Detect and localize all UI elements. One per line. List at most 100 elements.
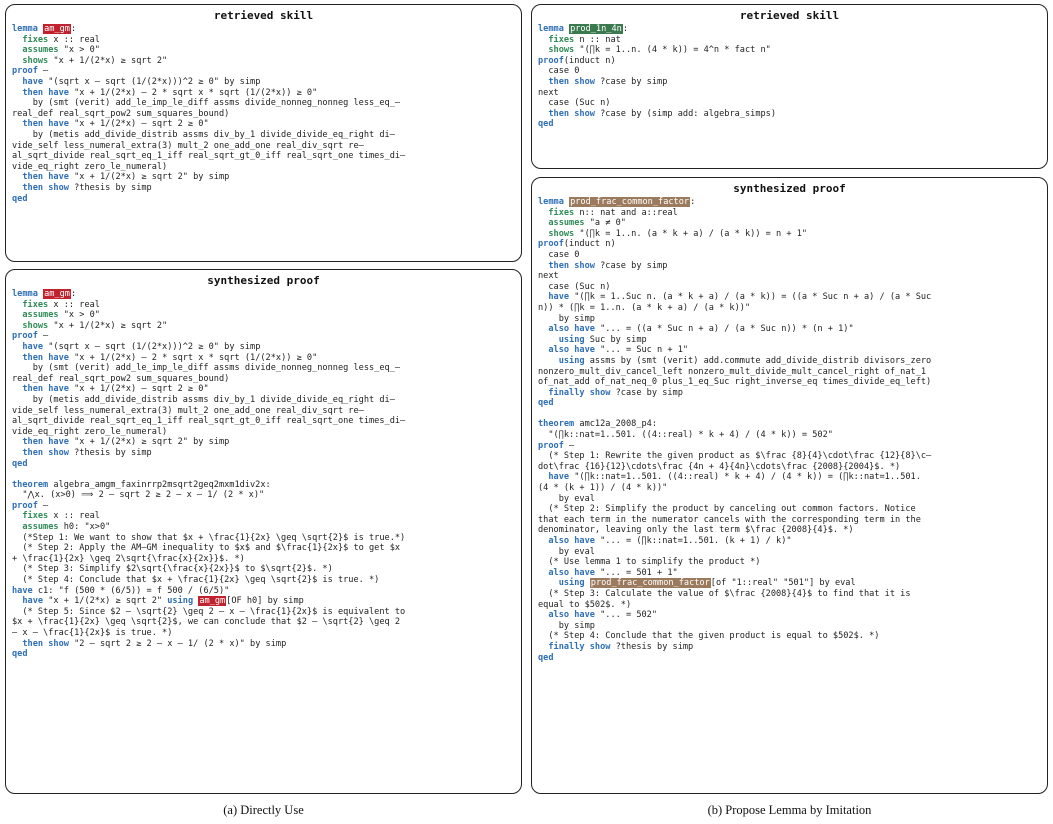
code-line: n)) * (∏k = 1..n. (a * k + a) / (a * k))… [538, 303, 1041, 314]
code-text: : [70, 289, 77, 299]
code-line: also have "... = 502" [538, 610, 1041, 621]
code-text: "x > 0" [58, 310, 100, 321]
keyword: finally show [548, 387, 611, 398]
code-text: (*Step 1: We want to show that $x + \fra… [12, 532, 406, 543]
keyword: then show [548, 76, 595, 87]
code-text: next [538, 87, 559, 98]
code-line: then have "x + 1/(2*x) – 2 * sqrt x * sq… [12, 353, 515, 364]
code-line: shows "(∏k = 1..n. (a * k + a) / (a * k)… [538, 229, 1041, 240]
code-text: "x + 1/(2*x) – 2 * sqrt x * sqrt (1/(2*x… [68, 352, 318, 363]
code-line: finally show ?case by simp [538, 388, 1041, 399]
code-text: "x + 1/(2*x) ≥ sqrt 2" [48, 55, 168, 66]
keyword: have [22, 76, 44, 87]
code-text: "... = 501 + 1" [594, 567, 678, 578]
code-text: x :: real [48, 34, 100, 45]
highlighted-skill-name: am_gm [198, 596, 227, 607]
code-line: (* Step 2: Simplify the product by cance… [538, 504, 1041, 515]
keyword: then show [548, 260, 595, 271]
keyword-attr: shows [22, 320, 49, 331]
keyword: lemma [12, 289, 38, 299]
code-text: "a ≠ 0" [584, 218, 626, 229]
highlighted-skill-name: prod_frac_common_factor [589, 578, 711, 589]
code-text: "x + 1/(2*x) – sqrt 2 ≥ 0" [68, 119, 209, 130]
keyword: qed [538, 398, 554, 409]
code-text: (induct n) [563, 55, 616, 66]
code-line: lemma am_gm: [12, 24, 515, 35]
code-text: n :: nat [574, 34, 621, 45]
highlighted-skill-name: am_gm [43, 24, 71, 34]
code-line: by eval [538, 547, 1041, 558]
code-line: have "(sqrt x – sqrt (1/(2*x)))^2 ≥ 0" b… [12, 342, 515, 353]
code-text: al_sqrt_divide real_sqrt_eq_1_iff real_s… [12, 151, 406, 162]
code-line: qed [538, 653, 1041, 664]
code-line: have "(∏k::nat=1..501. ((4::real) * k + … [538, 472, 1041, 483]
code-line: then have "x + 1/(2*x) – sqrt 2 ≥ 0" [12, 119, 515, 130]
code-line: al_sqrt_divide real_sqrt_eq_1_iff real_s… [12, 416, 515, 427]
code-text: by simp [538, 313, 595, 324]
panel-title: retrieved skill [739, 9, 840, 22]
code-line: by eval [538, 494, 1041, 505]
code-line: fixes x :: real [12, 511, 515, 522]
code-line: (* Step 4: Conclude that $x + \frac{1}{2… [12, 575, 515, 586]
code-line: assumes "a ≠ 0" [538, 218, 1041, 229]
code-line: then show ?case by simp [538, 77, 1041, 88]
code-text: $x + \frac{1}{2x} \geq \sqrt{2}$, we can… [12, 617, 401, 628]
code-line: lemma prod_1n_4n: [538, 24, 1041, 35]
code-line: dot\frac {16}{12}\cdots\frac {4n + 4}{4n… [538, 462, 1041, 473]
keyword-attr: fixes [548, 34, 575, 45]
code-text: (* Step 3: Calculate the value of $\frac… [538, 588, 911, 599]
code-text: "(∏k = 1..n. (a * k + a) / (a * k)) = n … [574, 228, 808, 239]
code-line: proof – [12, 331, 515, 342]
keyword: theorem [538, 419, 575, 430]
keyword: qed [12, 458, 28, 469]
code-text: (* Step 3: Simplify $2\sqrt{\frac{x}{2x}… [12, 564, 333, 575]
keyword: using [558, 334, 585, 345]
code-block: lemma am_gm: fixes x :: real assumes "x … [6, 289, 521, 660]
code-text: (induct n) [563, 239, 616, 250]
code-text: denominator, leaving only the last term … [538, 525, 854, 536]
code-block: lemma prod_frac_common_factor: fixes n::… [532, 197, 1047, 663]
code-text: assms by (smt (verit) add.commute add_di… [584, 355, 932, 366]
code-text: by (smt (verit) add_le_imp_le_diff assms… [12, 98, 401, 109]
code-line: using Suc by simp [538, 335, 1041, 346]
code-text: by (smt (verit) add_le_imp_le_diff assms… [12, 363, 401, 374]
panel-a-retrieved-skill: retrieved skill lemma am_gm: fixes x :: … [5, 4, 522, 262]
keyword: then have [22, 437, 69, 448]
code-line: then show ?thesis by simp [12, 183, 515, 194]
keyword: also have [548, 324, 595, 335]
keyword: lemma [12, 24, 38, 34]
code-text: case (Suc n) [538, 98, 611, 109]
code-line: lemma prod_frac_common_factor: [538, 197, 1041, 208]
code-line: qed [12, 194, 515, 205]
code-text: : [70, 24, 77, 34]
keyword: have [22, 596, 44, 607]
keyword: qed [12, 649, 28, 660]
code-line: proof – [538, 441, 1041, 452]
code-text: c1: "f (500 * (6/5)) = f 500 / (6/5)" [32, 585, 230, 596]
panel-title: synthesized proof [733, 182, 846, 195]
code-line: (* Step 4: Conclude that the given produ… [538, 631, 1041, 642]
code-text: [of "1::real" "501"] by eval [710, 578, 856, 589]
code-line: then show ?thesis by simp [12, 448, 515, 459]
code-text: vide_self less_numeral_extra(3) mult_2 o… [12, 140, 364, 151]
code-line: have "(∏k = 1..Suc n. (a * k + a) / (a *… [538, 292, 1041, 303]
code-text: case 0 [538, 66, 580, 77]
code-text: real_def real_sqrt_pow2 sum_squares_boun… [12, 373, 230, 384]
code-line: (* Step 5: Since $2 – \sqrt{2} \geq 2 – … [12, 607, 515, 618]
code-line: assumes h0: "x>0" [12, 522, 515, 533]
code-line: (* Use lemma 1 to simplify the product *… [538, 557, 1041, 568]
code-text: "(∏k::nat=1..501. ((4::real) * k + 4) / … [569, 472, 921, 483]
